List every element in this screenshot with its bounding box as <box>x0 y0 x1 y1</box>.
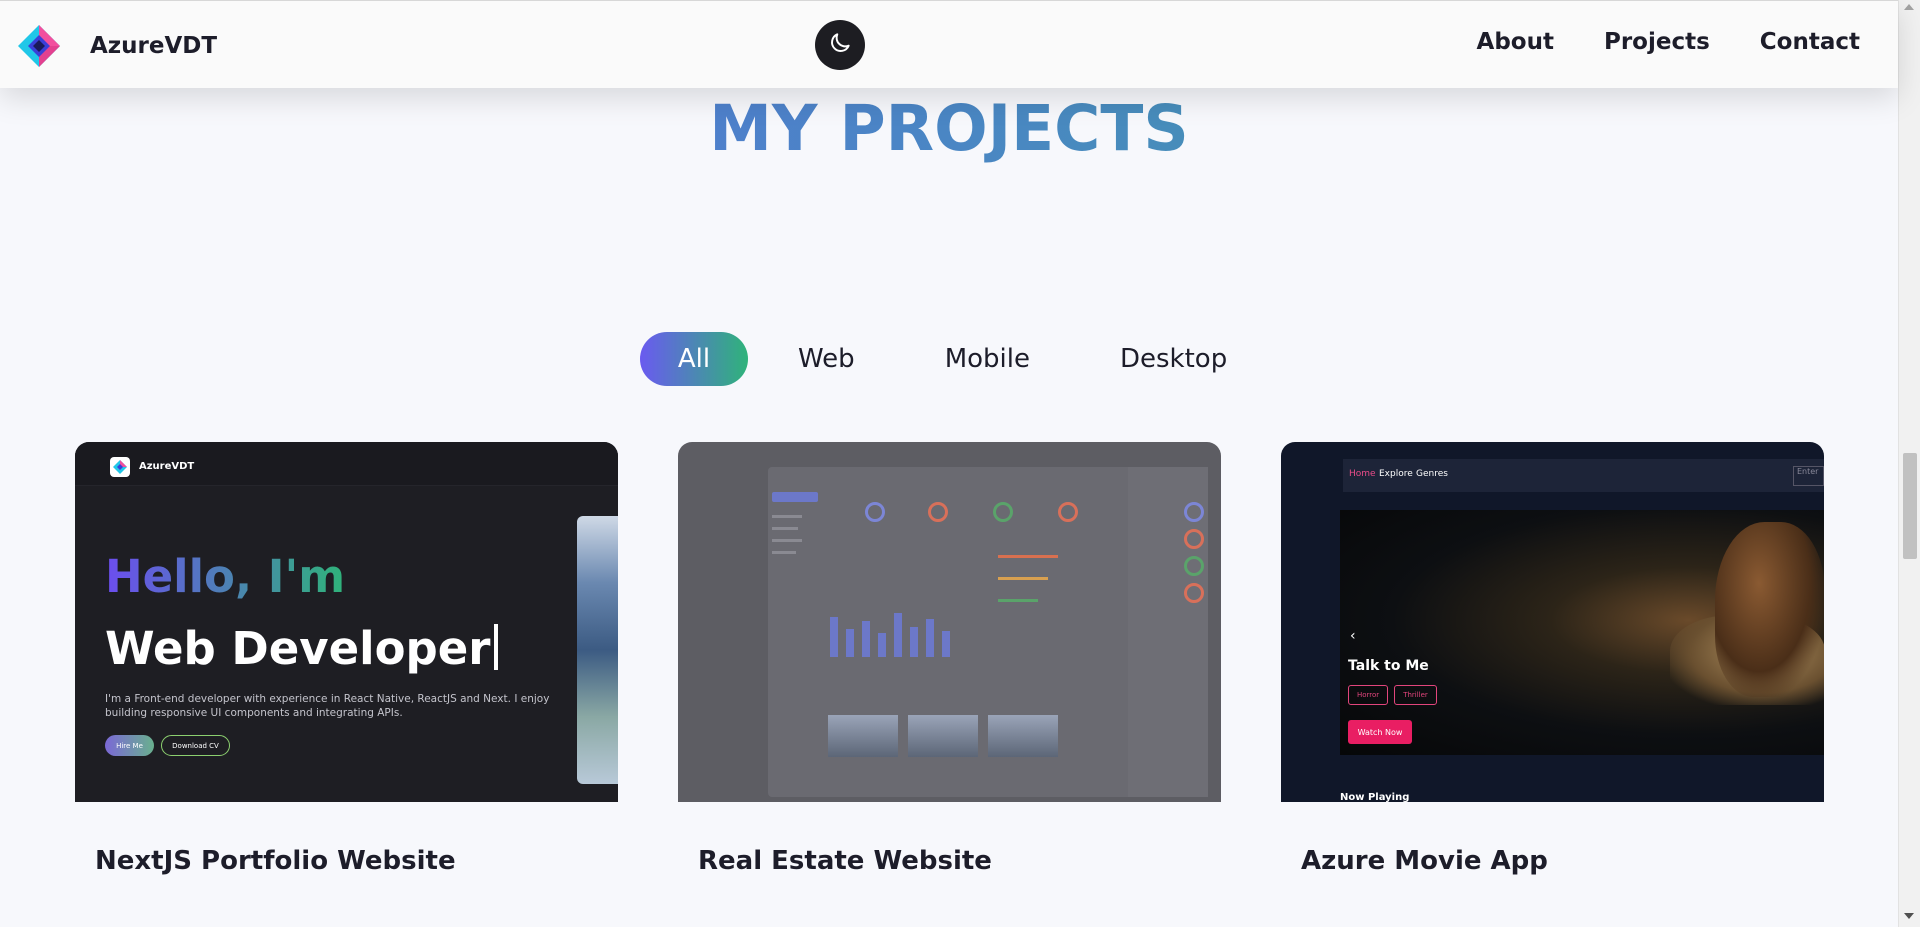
project-thumbnail[interactable] <box>678 442 1221 802</box>
project-title[interactable]: NextJS Portfolio Website <box>95 846 456 876</box>
preview-watch-button: Watch Now <box>1348 720 1412 744</box>
top-navbar: AzureVDT About Projects Contact <box>0 0 1898 88</box>
nav-link-contact[interactable]: Contact <box>1760 29 1860 55</box>
preview-sidebar-active <box>772 492 818 502</box>
preview-logo-icon <box>110 457 130 477</box>
preview-sidebar-line <box>772 539 802 542</box>
preview-brand: AzureVDT <box>139 461 195 472</box>
preview-nav-explore: Explore <box>1379 469 1413 479</box>
preview-description: I'm a Front-end developer with experienc… <box>105 693 550 719</box>
filter-tab-desktop[interactable]: Desktop <box>1120 332 1227 386</box>
preview-progress <box>998 599 1038 602</box>
preview-role-text: Web Developer <box>105 622 491 675</box>
preview-property-image <box>908 715 978 757</box>
filter-tab-web[interactable]: Web <box>798 332 855 386</box>
preview-donut <box>1184 529 1204 549</box>
preview-gallery-strip <box>577 516 618 784</box>
preview-dashboard <box>768 467 1158 797</box>
project-title[interactable]: Azure Movie App <box>1301 846 1548 876</box>
preview-nav-home: Home <box>1349 469 1376 479</box>
preview-donut <box>928 502 948 522</box>
preview-bar <box>942 631 950 657</box>
preview-bar <box>910 627 918 657</box>
preview-progress <box>998 555 1058 558</box>
preview-sidebar-line <box>772 515 802 518</box>
project-card[interactable]: Home Explore Genres Enter ‹ Talk to Me H… <box>1281 442 1824 876</box>
preview-donut <box>865 502 885 522</box>
scrollbar-thumb[interactable] <box>1903 453 1917 559</box>
brand-name: AzureVDT <box>90 33 218 59</box>
chevron-left-icon: ‹ <box>1350 628 1356 644</box>
preview-genre-tag: Horror <box>1348 685 1389 705</box>
preview-bar <box>846 629 854 657</box>
preview-bar-chart <box>828 597 968 657</box>
preview-side-panel <box>1128 467 1208 797</box>
preview-bar <box>894 613 902 657</box>
preview-sidebar-line <box>772 527 798 530</box>
preview-movie-title: Talk to Me <box>1348 658 1429 674</box>
preview-genres: Horror Thriller <box>1348 685 1437 705</box>
filter-tab-all[interactable]: All <box>640 332 748 386</box>
project-card[interactable]: Real Estate Website <box>678 442 1221 876</box>
section-title: MY PROJECTS <box>0 92 1898 165</box>
preview-download-button: Download CV <box>161 735 230 756</box>
preview-bar <box>830 617 838 657</box>
theme-toggle-button[interactable] <box>815 20 865 70</box>
project-thumbnail[interactable]: Home Explore Genres Enter ‹ Talk to Me H… <box>1281 442 1824 802</box>
nav-link-about[interactable]: About <box>1477 29 1554 55</box>
preview-progress <box>998 577 1048 580</box>
project-filter-tabs: All Web Mobile Desktop <box>640 332 1227 386</box>
preview-hero-portrait <box>1715 522 1824 697</box>
filter-tab-mobile[interactable]: Mobile <box>945 332 1030 386</box>
preview-donut <box>1184 502 1204 522</box>
preview-donut <box>1184 556 1204 576</box>
main-nav: About Projects Contact <box>1477 29 1860 55</box>
preview-donut <box>1184 583 1204 603</box>
preview-property-image <box>828 715 898 757</box>
preview-search-input: Enter <box>1793 466 1824 486</box>
scroll-up-icon[interactable] <box>1904 4 1914 10</box>
scroll-down-icon[interactable] <box>1904 913 1914 919</box>
preview-genre-tag: Thriller <box>1394 685 1437 705</box>
preview-greeting: Hello, I'm <box>105 550 346 603</box>
preview-section-label: Now Playing <box>1340 792 1410 802</box>
preview-nav-genres: Genres <box>1416 469 1448 479</box>
preview-hire-button: Hire Me <box>105 735 154 756</box>
project-card[interactable]: AzureVDT Hello, I'm Web Developer I'm a … <box>75 442 618 876</box>
preview-bar <box>878 633 886 657</box>
preview-hero: ‹ Talk to Me Horror Thriller Watch Now <box>1340 510 1824 755</box>
typing-caret <box>494 624 499 670</box>
project-title[interactable]: Real Estate Website <box>698 846 992 876</box>
preview-property-image <box>988 715 1058 757</box>
preview-role: Web Developer <box>105 622 499 675</box>
nav-link-projects[interactable]: Projects <box>1604 29 1710 55</box>
preview-sidebar-line <box>772 551 796 554</box>
preview-bar <box>862 621 870 657</box>
moon-icon <box>827 30 853 60</box>
preview-navbar: Home Explore Genres Enter <box>1343 459 1824 492</box>
brand-logo-icon <box>16 23 62 69</box>
preview-donut <box>993 502 1013 522</box>
brand[interactable]: AzureVDT <box>16 23 217 69</box>
preview-bar <box>926 619 934 657</box>
project-thumbnail[interactable]: AzureVDT Hello, I'm Web Developer I'm a … <box>75 442 618 802</box>
preview-donut <box>1058 502 1078 522</box>
